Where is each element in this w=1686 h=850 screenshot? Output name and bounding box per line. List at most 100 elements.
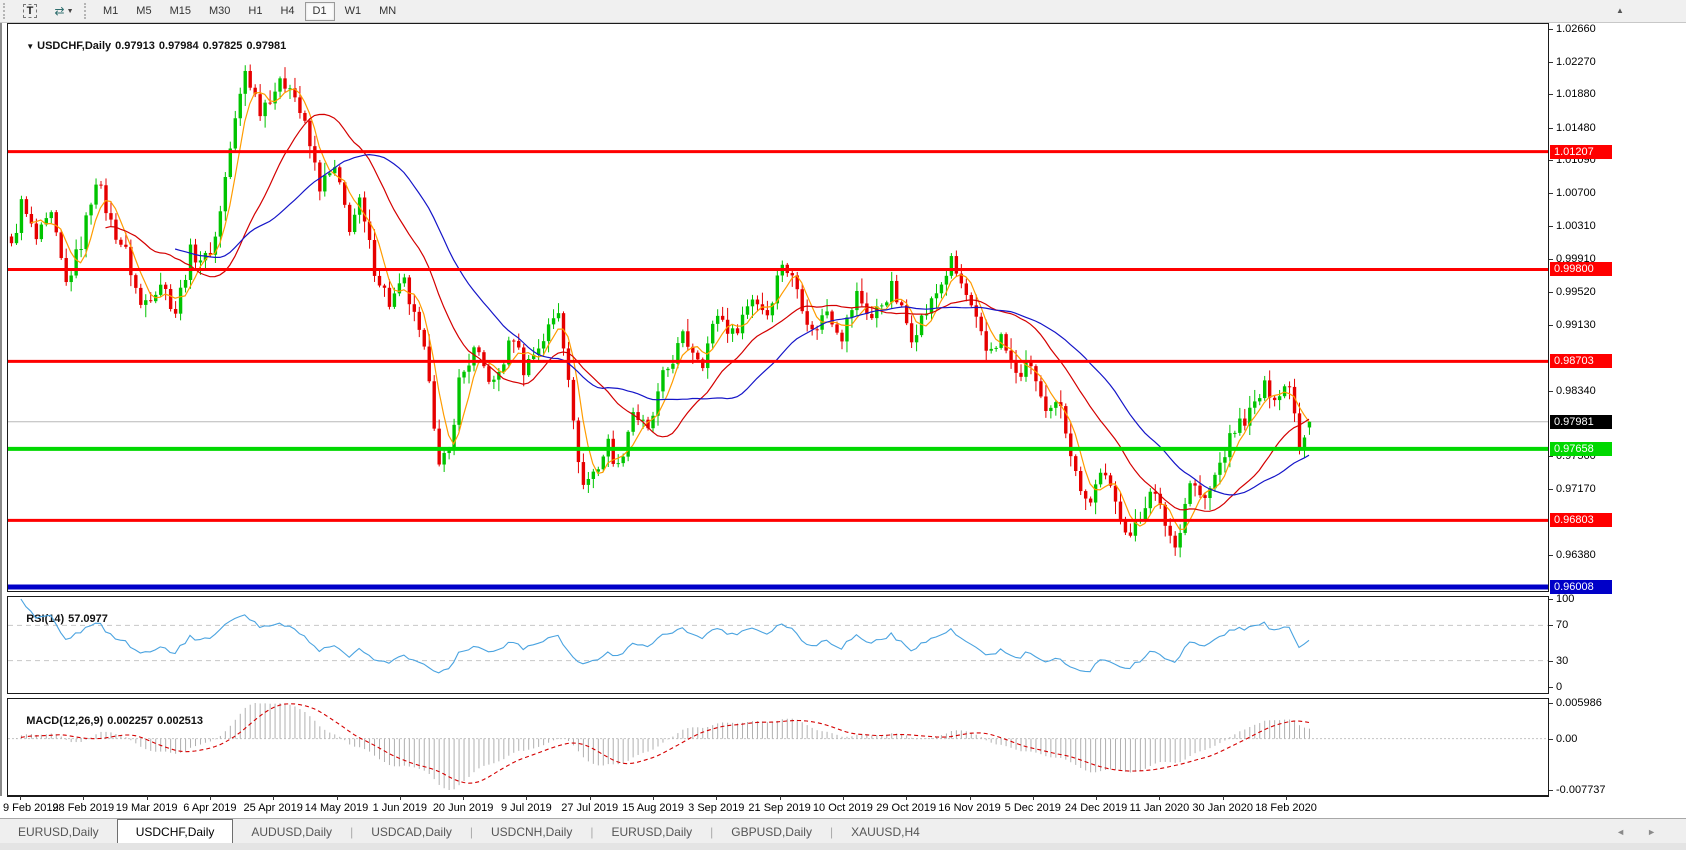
timeframe-button-d1[interactable]: D1 [305, 2, 335, 21]
candle-body [174, 309, 177, 314]
date-label: 24 Dec 2019 [1065, 802, 1127, 814]
chart-tab-gbpusd-daily[interactable]: GBPUSD,Daily [713, 819, 830, 844]
level-price-box: 0.99800 [1550, 262, 1612, 276]
chart-colors-button[interactable]: ⇄ ▼ [48, 1, 80, 21]
chart-tab-eurusd-daily[interactable]: EURUSD,Daily [593, 819, 710, 844]
candle-body [328, 173, 331, 175]
main-chart-canvas[interactable] [8, 24, 1548, 591]
timeframe-button-mn[interactable]: MN [371, 2, 404, 21]
chart-tab-usdchf-daily[interactable]: USDCHF,Daily [117, 819, 234, 844]
text-tool-button[interactable]: T [14, 1, 46, 21]
candle-body [69, 276, 72, 283]
candle-body [388, 288, 391, 307]
price-axis-label: 0.99130 [1556, 319, 1596, 331]
candle-body [383, 286, 386, 288]
timeframe-button-m30[interactable]: M30 [201, 2, 238, 21]
date-tick [463, 796, 464, 800]
candle-body [810, 325, 813, 330]
candle-body [1169, 526, 1172, 536]
date-tick [1286, 796, 1287, 800]
candle-body [249, 71, 252, 88]
date-tick [780, 796, 781, 800]
timeframe-button-h1[interactable]: H1 [240, 2, 270, 21]
candle-body [1129, 532, 1132, 535]
candle-body [40, 225, 43, 240]
level-price-box: 1.01207 [1550, 145, 1612, 159]
date-tick [970, 796, 971, 800]
toolbar-drag-handle[interactable] [84, 3, 91, 19]
date-label: 6 Apr 2019 [183, 802, 236, 814]
candle-body [746, 306, 749, 314]
date-label: 10 Oct 2019 [813, 802, 873, 814]
candle-body [1203, 495, 1206, 498]
candle-body [149, 300, 152, 301]
candle-body [378, 276, 381, 286]
chart-tab-eurusd-daily[interactable]: EURUSD,Daily [0, 819, 117, 844]
macd-canvas[interactable] [8, 699, 1548, 795]
candle-body [492, 380, 495, 382]
rsi-indicator-panel[interactable]: RSI(14)57.0977 [7, 596, 1549, 694]
candle-body [323, 175, 326, 191]
rsi-canvas[interactable] [8, 597, 1548, 693]
timeframe-button-m1[interactable]: M1 [95, 2, 126, 21]
candle-body [60, 232, 63, 258]
candle-body [602, 457, 605, 470]
timeframe-button-h4[interactable]: H4 [272, 2, 302, 21]
timeframe-button-m15[interactable]: M15 [162, 2, 199, 21]
candle-body [1049, 408, 1052, 411]
candle-body [1039, 381, 1042, 396]
rsi-axis-label: 100 [1556, 593, 1574, 605]
main-chart-panel[interactable]: ▼USDCHF,Daily0.979130.979840.978250.9798… [7, 23, 1549, 592]
candle-body [542, 341, 545, 348]
candle-body [35, 223, 38, 239]
macd-axis-label: 0.00 [1556, 733, 1577, 745]
candle-body [119, 240, 122, 245]
chart-tab-usdcad-daily[interactable]: USDCAD,Daily [353, 819, 470, 844]
candle-body [994, 348, 997, 349]
date-label: 25 Apr 2019 [244, 802, 303, 814]
candle-body [621, 457, 624, 463]
candle-body [671, 364, 674, 369]
tab-scroll-left-icon[interactable]: ◄ [1616, 827, 1625, 837]
date-label: 11 Jan 2020 [1130, 802, 1190, 814]
toolbar-overflow-icon[interactable]: ▲ [1616, 6, 1624, 15]
chart-tab-audusd-daily[interactable]: AUDUSD,Daily [233, 819, 350, 844]
window-edge [0, 23, 2, 843]
date-tick [716, 796, 717, 800]
macd-indicator-panel[interactable]: MACD(12,26,9)0.0022570.002513 [7, 698, 1549, 796]
candle-body [457, 377, 460, 424]
candle-body [418, 312, 421, 330]
candle-body [731, 328, 734, 333]
candle-body [1253, 401, 1256, 407]
candle-body [1193, 483, 1196, 485]
candle-body [835, 324, 838, 332]
candle-body [661, 370, 664, 391]
date-axis[interactable]: 9 Feb 201928 Feb 201919 Mar 20196 Apr 20… [0, 796, 1686, 818]
level-price-box: 0.98703 [1550, 354, 1612, 368]
chart-tab-xauusd-h4[interactable]: XAUUSD,H4 [833, 819, 938, 844]
date-label: 20 Jun 2019 [433, 802, 494, 814]
timeframe-button-m5[interactable]: M5 [128, 2, 159, 21]
tab-scroll-right-icon[interactable]: ► [1647, 827, 1656, 837]
candle-body [900, 302, 903, 305]
candle-body [348, 205, 351, 232]
toolbar-drag-handle[interactable] [3, 3, 10, 19]
candle-body [1099, 473, 1102, 485]
candle-body [482, 352, 485, 366]
price-axis-label: 1.02660 [1556, 23, 1596, 35]
candle-body [1079, 471, 1082, 491]
chart-tab-usdcnh-daily[interactable]: USDCNH,Daily [473, 819, 590, 844]
candle-body [696, 353, 699, 360]
candle-body [766, 310, 769, 315]
candle-body [308, 121, 311, 146]
candle-body [144, 300, 147, 305]
date-tick [843, 796, 844, 800]
date-label: 3 Sep 2019 [688, 802, 744, 814]
candle-body [1218, 463, 1221, 475]
candle-body [666, 369, 669, 370]
candle-body [870, 314, 873, 318]
candle-body [1114, 486, 1117, 502]
candle-body [582, 462, 585, 485]
candle-body [1258, 398, 1261, 401]
timeframe-button-w1[interactable]: W1 [337, 2, 370, 21]
